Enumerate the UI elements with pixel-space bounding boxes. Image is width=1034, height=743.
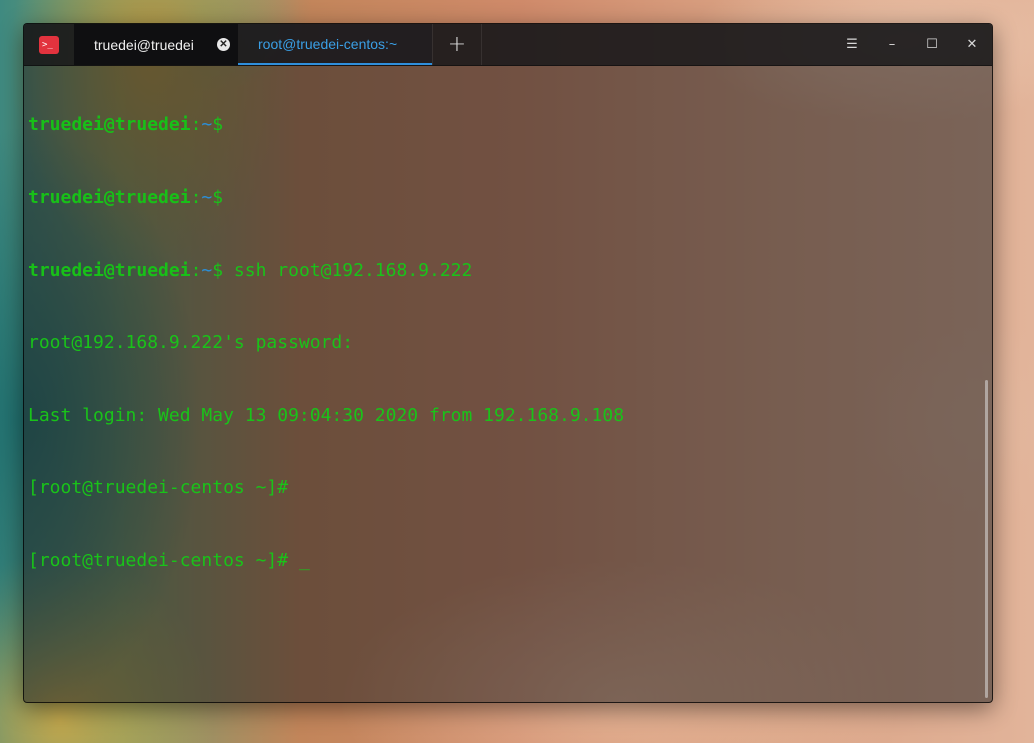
new-tab-button[interactable]: + <box>432 24 482 65</box>
terminal-output[interactable]: truedei@truedei:~$ truedei@truedei:~$ tr… <box>28 65 980 702</box>
prompt-separator: : <box>190 114 202 136</box>
terminal-line: truedei@truedei:~$ ssh root@192.168.9.22… <box>28 259 980 283</box>
minimize-icon[interactable]: – <box>872 24 912 65</box>
prompt-symbol: $ <box>212 187 224 208</box>
window-controls: ☰ – ☐ ✕ <box>832 24 992 65</box>
titlebar-drag-area[interactable] <box>482 24 832 65</box>
close-window-icon[interactable]: ✕ <box>952 24 992 65</box>
prompt-user: truedei@truedei <box>28 187 191 208</box>
tab-root-centos[interactable]: root@truedei-centos:~ <box>238 24 432 65</box>
prompt-path: ~ <box>201 187 213 208</box>
maximize-icon[interactable]: ☐ <box>912 24 952 65</box>
tab-label: root@truedei-centos:~ <box>258 35 398 52</box>
app-icon-container: >_ <box>24 24 74 65</box>
terminal-line: [root@truedei-centos ~]# _ <box>28 549 980 573</box>
prompt-text: [root@truedei-centos ~]# <box>28 549 299 571</box>
prompt-separator: : <box>190 259 202 281</box>
prompt-symbol: $ <box>212 259 224 281</box>
terminal-line: truedei@truedei:~$ <box>28 186 980 210</box>
tab-label: truedei@truedei <box>94 36 194 53</box>
prompt-user: truedei@truedei <box>28 259 191 281</box>
prompt-separator: : <box>190 187 202 208</box>
tab-truedei[interactable]: truedei@truedei ✕ <box>74 24 238 65</box>
title-bar: >_ truedei@truedei ✕ root@truedei-centos… <box>24 24 992 66</box>
terminal-window: >_ truedei@truedei ✕ root@truedei-centos… <box>23 23 993 703</box>
prompt-path: ~ <box>201 114 213 136</box>
close-tab-icon[interactable]: ✕ <box>217 38 230 51</box>
prompt-path: ~ <box>201 259 213 281</box>
terminal-line: truedei@truedei:~$ <box>28 113 980 137</box>
text-cursor: _ <box>298 549 310 571</box>
terminal-scrollbar[interactable] <box>985 380 988 698</box>
terminal-app-icon[interactable]: >_ <box>39 35 59 54</box>
menu-icon[interactable]: ☰ <box>832 24 872 65</box>
terminal-line: root@192.168.9.222's password: <box>28 332 354 354</box>
prompt-user: truedei@truedei <box>28 114 191 136</box>
command-text: ssh root@192.168.9.222 <box>223 259 473 281</box>
prompt-symbol: $ <box>212 114 224 136</box>
terminal-line: Last login: Wed May 13 09:04:30 2020 fro… <box>28 404 625 426</box>
terminal-line: [root@truedei-centos ~]# <box>28 477 289 499</box>
